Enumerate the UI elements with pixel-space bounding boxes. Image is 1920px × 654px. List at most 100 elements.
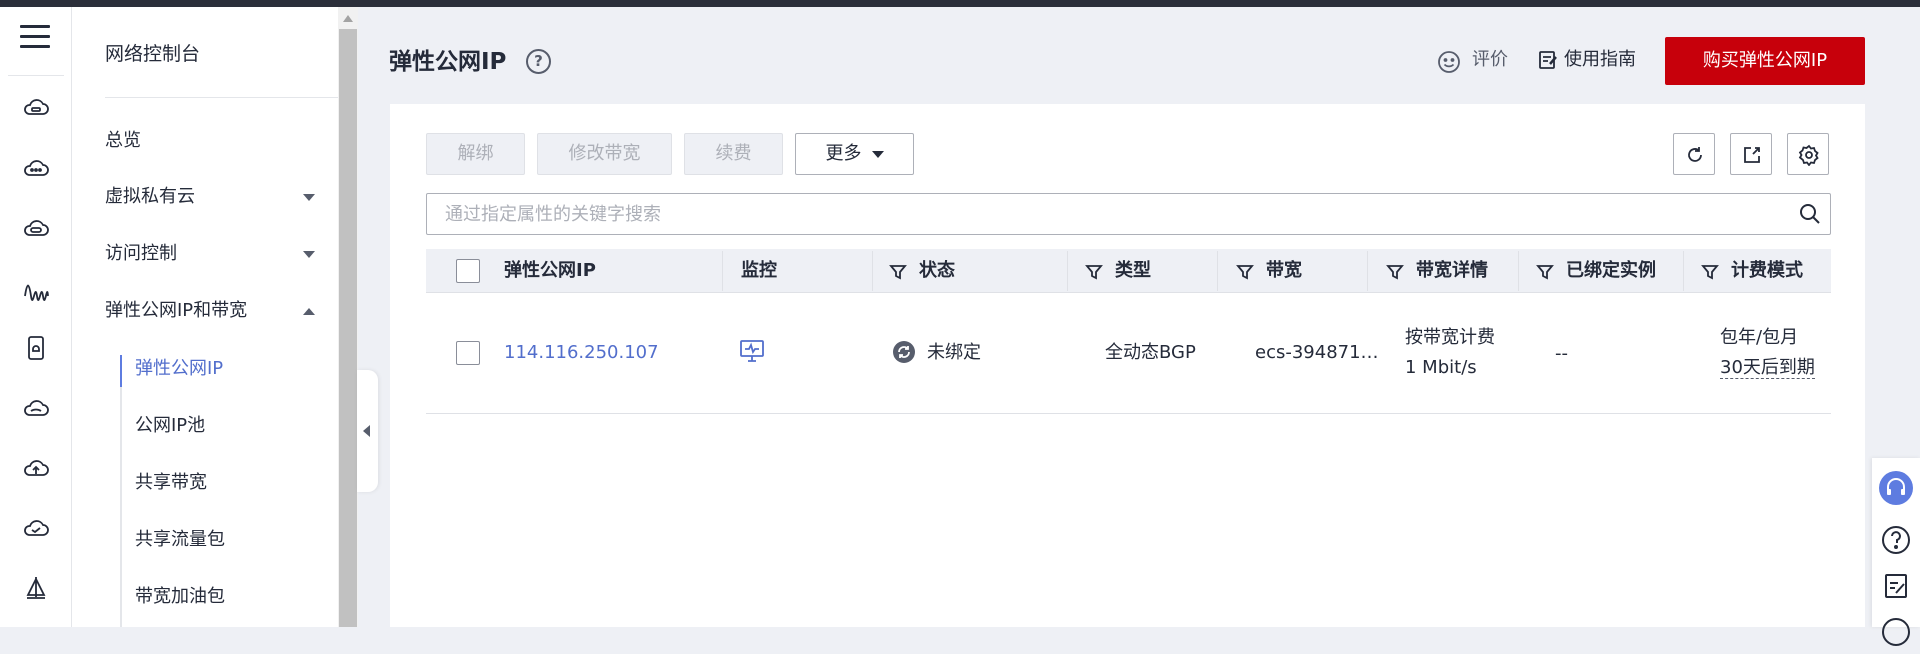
search-icon[interactable] (1798, 202, 1822, 226)
device-icon[interactable] (22, 334, 50, 362)
filter-icon[interactable] (889, 263, 907, 281)
search-box[interactable] (426, 193, 1831, 235)
rate-link[interactable]: 评价 (1436, 46, 1508, 74)
table-row: 114.116.250.107 未绑定 全动态BGP ecs-394871… 按… (426, 293, 1831, 414)
col-eip[interactable]: 弹性公网IP (504, 249, 596, 293)
sail-icon[interactable] (22, 574, 50, 602)
nav-item-overview[interactable]: 总览 (105, 126, 315, 156)
nav-sub-bandwidth-addon[interactable]: 带宽加油包 (135, 582, 225, 612)
eip-list-card: 解绑 修改带宽 续费 更多 弹性公网IP 监控 状态 类型 带 (390, 104, 1865, 627)
column-divider (1683, 251, 1684, 291)
row-checkbox[interactable] (456, 341, 480, 365)
column-divider (1367, 251, 1368, 291)
type-text: 全动态BGP (1105, 342, 1196, 363)
export-button[interactable] (1730, 133, 1772, 175)
nav-sub-traffic-package[interactable]: 共享流量包 (135, 525, 225, 555)
column-divider (1518, 251, 1519, 291)
gear-icon (1798, 144, 1819, 166)
nav-item-eip-group[interactable]: 弹性公网IP和带宽 (105, 296, 315, 326)
bandwidth-size: 1 Mbit/s (1405, 357, 1477, 378)
eip-address-link[interactable]: 114.116.250.107 (504, 338, 659, 368)
nav-item-vpc[interactable]: 虚拟私有云 (105, 182, 315, 212)
nav-item-label: 弹性公网IP和带宽 (105, 300, 248, 321)
col-bandwidth-detail[interactable]: 带宽详情 (1386, 249, 1488, 293)
chevron-down-icon (871, 150, 884, 158)
col-status[interactable]: 状态 (889, 249, 955, 293)
bandwidth-name[interactable]: ecs-394871… (1255, 338, 1379, 368)
help-circle-icon[interactable] (1878, 522, 1914, 558)
floating-tools (1872, 458, 1920, 646)
cloud-icon[interactable] (22, 394, 50, 422)
menu-icon[interactable] (20, 25, 50, 53)
column-divider (722, 251, 723, 291)
headset-icon[interactable] (1878, 470, 1914, 506)
col-type[interactable]: 类型 (1085, 249, 1151, 293)
scroll-up-arrow-icon[interactable] (343, 15, 353, 22)
rate-label: 评价 (1472, 49, 1508, 70)
nav-sub-shared-bandwidth[interactable]: 共享带宽 (135, 468, 207, 498)
col-bandwidth[interactable]: 带宽 (1236, 249, 1302, 293)
more-label: 更多 (825, 143, 862, 164)
wave-icon[interactable] (22, 274, 50, 302)
more-dropdown[interactable]: 更多 (795, 133, 914, 175)
col-bandwidth-detail-label: 带宽详情 (1416, 260, 1488, 281)
refresh-button[interactable] (1673, 133, 1715, 175)
cloud-dots-icon[interactable] (22, 154, 50, 182)
refresh-icon (1688, 147, 1702, 162)
col-type-label: 类型 (1115, 260, 1151, 281)
help-icon[interactable]: ? (526, 49, 551, 74)
more-tools-icon[interactable] (1878, 614, 1914, 650)
nav-sub-ip-pool[interactable]: 公网IP池 (135, 411, 205, 441)
vpc-cloud-icon[interactable] (22, 94, 50, 122)
filter-icon[interactable] (1386, 263, 1404, 281)
col-monitor: 监控 (741, 260, 777, 281)
modify-bandwidth-button[interactable]: 修改带宽 (537, 133, 672, 175)
column-divider (1067, 251, 1068, 291)
select-all-checkbox[interactable] (456, 259, 480, 283)
chevron-up-icon (303, 308, 315, 315)
col-status-label: 状态 (919, 260, 955, 281)
unbound-status-icon (893, 341, 915, 363)
guide-link[interactable]: 使用指南 (1538, 46, 1636, 74)
filter-icon[interactable] (1701, 263, 1719, 281)
cloud-check-icon[interactable] (22, 514, 50, 542)
cloud-upload-icon[interactable] (22, 454, 50, 482)
col-bound-instance-label: 已绑定实例 (1566, 260, 1656, 281)
chevron-left-icon (363, 425, 370, 437)
col-bound-instance[interactable]: 已绑定实例 (1536, 249, 1656, 293)
renew-button[interactable]: 续费 (684, 133, 783, 175)
column-divider (872, 251, 873, 291)
filter-icon[interactable] (1536, 263, 1554, 281)
service-rail (0, 7, 72, 627)
smile-icon (1438, 51, 1460, 73)
page-title: 弹性公网IP (389, 49, 507, 75)
billing-mode: 包年/包月 (1720, 327, 1799, 348)
nav-item-access-control[interactable]: 访问控制 (105, 239, 315, 269)
nav-sub-eip[interactable]: 弹性公网IP (135, 354, 223, 384)
buy-eip-button[interactable]: 购买弹性公网IP (1665, 37, 1865, 85)
expiry-text[interactable]: 30天后到期 (1720, 357, 1815, 379)
expiry-wrapper: 30天后到期 (1720, 353, 1815, 383)
filter-icon[interactable] (1085, 263, 1103, 281)
subnav-track (120, 355, 122, 627)
guide-icon (1539, 51, 1557, 69)
col-billing-mode[interactable]: 计费模式 (1701, 249, 1803, 293)
filter-icon[interactable] (1236, 263, 1254, 281)
gateway-icon[interactable] (22, 214, 50, 242)
status-text: 未绑定 (927, 342, 981, 363)
monitor-icon[interactable] (739, 339, 765, 363)
nav-scrollbar[interactable] (338, 7, 358, 627)
active-indicator (120, 355, 122, 387)
settings-button[interactable] (1787, 133, 1829, 175)
guide-label: 使用指南 (1564, 49, 1636, 70)
unbind-button[interactable]: 解绑 (426, 133, 525, 175)
chevron-down-icon (303, 194, 315, 201)
feedback-icon[interactable] (1878, 568, 1914, 604)
scrollbar-thumb[interactable] (339, 29, 357, 627)
search-input[interactable] (427, 194, 1787, 234)
chevron-down-icon (303, 251, 315, 258)
collapse-nav-handle[interactable] (357, 370, 378, 492)
table-header: 弹性公网IP 监控 状态 类型 带宽 带宽详情 已绑定实例 计费模式 (426, 249, 1831, 293)
col-bandwidth-label: 带宽 (1266, 260, 1302, 281)
bound-instance: -- (1555, 343, 1568, 364)
